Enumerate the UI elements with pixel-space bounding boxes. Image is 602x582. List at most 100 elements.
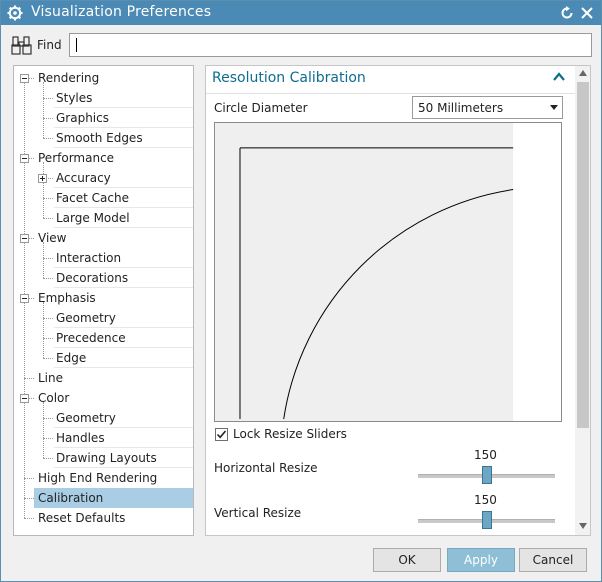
scroll-thumb[interactable] — [577, 82, 589, 428]
tree-connector — [43, 138, 53, 139]
tree-item-geometry[interactable]: Geometry — [14, 308, 193, 328]
tree-item-emphasis[interactable]: Emphasis — [14, 288, 193, 308]
gear-icon[interactable] — [7, 5, 23, 21]
apply-button[interactable]: Apply — [447, 548, 515, 572]
tree-connector — [43, 458, 53, 459]
circle-diameter-label: Circle Diameter — [214, 101, 308, 115]
tree-item-label: Facet Cache — [56, 191, 129, 205]
tree-item-performance[interactable]: Performance — [14, 148, 193, 168]
horizontal-resize-value: 150 — [474, 448, 497, 462]
tree-item-reset-defaults[interactable]: Reset Defaults — [14, 508, 193, 528]
title-bar[interactable]: Visualization Preferences — [1, 1, 601, 25]
tree-connector — [43, 318, 53, 319]
tree-item-label: Accuracy — [56, 171, 111, 185]
tree-item-smooth-edges[interactable]: Smooth Edges — [14, 128, 193, 148]
tree-item-label: Smooth Edges — [56, 131, 143, 145]
chevron-up-icon[interactable] — [552, 71, 566, 83]
tree-item-label: Drawing Layouts — [56, 451, 157, 465]
window-title: Visualization Preferences — [31, 4, 212, 20]
horizontal-resize-slider[interactable] — [482, 466, 492, 484]
tree-item-label: Graphics — [56, 111, 109, 125]
text-caret — [76, 38, 77, 52]
calibration-panel: Resolution Calibration Circle Diameter 5… — [205, 65, 591, 536]
tree-item-label: Rendering — [38, 71, 100, 85]
tree-connector — [43, 358, 53, 359]
lock-resize-checkbox[interactable] — [215, 428, 228, 441]
tree-connector — [43, 418, 53, 419]
tree-item-label: Interaction — [56, 251, 122, 265]
tree-item-large-model[interactable]: Large Model — [14, 208, 193, 228]
tree-item-rendering[interactable]: Rendering — [14, 68, 193, 88]
circle-diameter-value: 50 Millimeters — [418, 101, 504, 115]
divider — [206, 93, 576, 94]
find-bar: Find — [1, 25, 601, 65]
tree-item-label: High End Rendering — [38, 471, 158, 485]
tree-item-label: Geometry — [56, 411, 116, 425]
tree-connector — [43, 198, 53, 199]
tree-connector — [43, 438, 53, 439]
tree-item-accuracy[interactable]: Accuracy — [14, 168, 193, 188]
tree-item-line[interactable]: Line — [14, 368, 193, 388]
collapse-icon[interactable] — [20, 234, 29, 243]
tree-item-drawing-layouts[interactable]: Drawing Layouts — [14, 448, 193, 468]
category-tree[interactable]: Rendering Styles Graphics Smooth Edges Perfo… — [13, 65, 194, 536]
collapse-icon[interactable] — [20, 74, 29, 83]
find-input[interactable] — [69, 33, 592, 57]
tree-item-calibration[interactable]: Calibration — [24, 488, 193, 508]
tree-item-color[interactable]: Color — [14, 388, 193, 408]
panel-title: Resolution Calibration — [212, 70, 366, 86]
collapse-icon[interactable] — [20, 394, 29, 403]
tree-item-graphics[interactable]: Graphics — [14, 108, 193, 128]
tree-connector — [43, 98, 53, 99]
checkmark-icon — [216, 430, 227, 439]
tree-item-label: Performance — [38, 151, 115, 165]
tree-item-label: Handles — [56, 431, 105, 445]
tree-item-label: Styles — [56, 91, 93, 105]
find-label: Find — [37, 38, 62, 52]
tree-connector — [43, 338, 53, 339]
tree-item-high-end-rendering[interactable]: High End Rendering — [14, 468, 193, 488]
ok-button[interactable]: OK — [373, 548, 441, 572]
expand-icon[interactable] — [38, 174, 47, 183]
tree-connector — [43, 118, 53, 119]
chevron-down-icon — [550, 105, 558, 110]
vertical-resize-slider[interactable] — [482, 511, 492, 529]
tree-item-label: Calibration — [38, 491, 104, 505]
tree-item-label: Large Model — [56, 211, 130, 225]
tree-item-styles[interactable]: Styles — [14, 88, 193, 108]
tree-item-label: Edge — [56, 351, 87, 365]
tree-connector — [24, 518, 34, 519]
tree-item-handles[interactable]: Handles — [14, 428, 193, 448]
lock-resize-label: Lock Resize Sliders — [233, 427, 347, 441]
calibration-preview — [214, 122, 562, 422]
tree-item-view[interactable]: View — [14, 228, 193, 248]
tree-item-interaction[interactable]: Interaction — [14, 248, 193, 268]
tree-connector — [43, 258, 53, 259]
dialog-window: Visualization Preferences Find Rendering… — [0, 0, 602, 582]
collapse-icon[interactable] — [20, 294, 29, 303]
horizontal-resize-label: Horizontal Resize — [214, 461, 318, 475]
tree-item-precedence[interactable]: Precedence — [14, 328, 193, 348]
tree-item-label: Line — [38, 371, 64, 385]
scroll-up-icon[interactable] — [579, 70, 587, 76]
tree-item-label: Emphasis — [38, 291, 96, 305]
circle-diameter-select[interactable]: 50 Millimeters — [412, 96, 563, 119]
tree-item-label: Precedence — [56, 331, 126, 345]
tree-connector — [43, 278, 53, 279]
tree-item-decorations[interactable]: Decorations — [14, 268, 193, 288]
tree-connector — [24, 498, 34, 499]
reset-icon[interactable] — [559, 5, 575, 21]
tree-item-geometry[interactable]: Geometry — [14, 408, 193, 428]
cancel-button[interactable]: Cancel — [519, 548, 587, 572]
close-icon[interactable] — [579, 5, 595, 21]
tree-item-facet-cache[interactable]: Facet Cache — [14, 188, 193, 208]
vertical-resize-value: 150 — [474, 493, 497, 507]
collapse-icon[interactable] — [20, 154, 29, 163]
tree-item-edge[interactable]: Edge — [14, 348, 193, 368]
binoculars-icon[interactable] — [11, 34, 33, 56]
vertical-resize-label: Vertical Resize — [214, 506, 302, 520]
tree-item-label: Decorations — [56, 271, 129, 285]
tree-connector — [24, 378, 34, 379]
scroll-down-icon[interactable] — [579, 523, 587, 529]
tree-item-label: Reset Defaults — [38, 511, 126, 525]
